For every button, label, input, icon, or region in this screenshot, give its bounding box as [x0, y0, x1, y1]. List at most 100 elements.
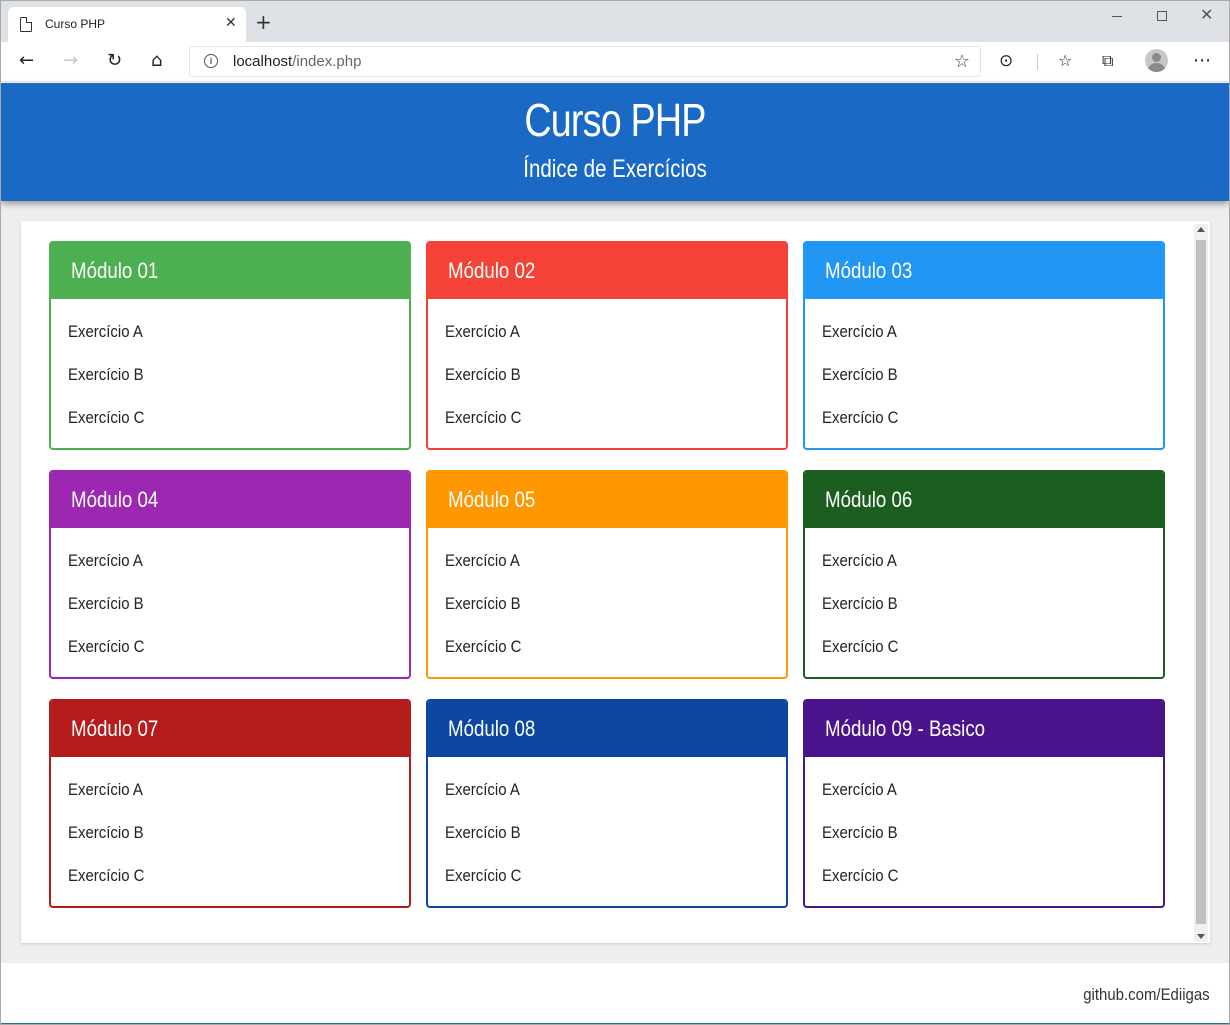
exercise-label: Exercício B — [445, 823, 521, 842]
module-card-header: Módulo 07 — [51, 701, 409, 757]
exercise-link[interactable]: Exercício C — [51, 625, 409, 668]
module-card-body: Exercício A Exercício B Exercício C — [805, 528, 1163, 668]
exercise-link[interactable]: Exercício C — [805, 396, 1163, 439]
page-header: Curso PHP Índice de Exercícios — [1, 83, 1229, 201]
exercise-label: Exercício C — [822, 408, 899, 427]
url-text[interactable]: localhost/index.php — [233, 53, 361, 70]
exercise-label: Exercício A — [822, 551, 897, 570]
exercise-label: Exercício C — [822, 866, 899, 885]
module-card: Módulo 02 Exercício A Exercício B Exercício… — [426, 241, 788, 450]
module-title: Módulo 01 — [71, 258, 159, 283]
collections-icon[interactable]: ⧉ — [1102, 51, 1113, 71]
exercise-label: Exercício C — [822, 637, 899, 656]
new-tab-icon[interactable]: + — [255, 12, 272, 32]
module-card-body: Exercício A Exercício B Exercício C — [51, 528, 409, 668]
module-title: Módulo 09 - Basico — [825, 716, 986, 741]
module-card: Módulo 04 Exercício A Exercício B Exercício… — [49, 470, 411, 679]
exercise-label: Exercício C — [68, 866, 145, 885]
refresh-icon[interactable]: ↻ — [107, 51, 122, 71]
browser-tab[interactable]: Curso PHP ✕ — [8, 7, 246, 42]
window-close-icon[interactable]: ✕ — [1200, 5, 1213, 24]
scroll-up-icon[interactable] — [1197, 227, 1205, 232]
profile-avatar[interactable] — [1145, 49, 1168, 72]
scroll-down-icon[interactable] — [1197, 934, 1205, 939]
exercise-link[interactable]: Exercício C — [805, 854, 1163, 897]
exercise-link[interactable]: Exercício B — [51, 811, 409, 854]
page-title: Curso PHP — [524, 94, 706, 146]
exercise-label: Exercício C — [445, 408, 522, 427]
module-card-body: Exercício A Exercício B Exercício C — [51, 757, 409, 897]
toolbar-divider — [1037, 54, 1038, 70]
exercise-label: Exercício A — [822, 322, 897, 341]
exercise-link[interactable]: Exercício B — [805, 582, 1163, 625]
back-icon[interactable]: ← — [19, 51, 34, 71]
scrollbar-thumb[interactable] — [1196, 240, 1206, 924]
exercise-link[interactable]: Exercício A — [428, 310, 786, 353]
exercise-label: Exercício C — [445, 637, 522, 656]
exercise-link[interactable]: Exercício B — [51, 582, 409, 625]
minimize-icon[interactable] — [1112, 16, 1122, 17]
module-card: Módulo 03 Exercício A Exercício B Exercício… — [803, 241, 1165, 450]
tab-title: Curso PHP — [45, 17, 106, 31]
exercise-link[interactable]: Exercício A — [805, 768, 1163, 811]
maximize-icon[interactable] — [1157, 11, 1167, 21]
exercise-link[interactable]: Exercício A — [51, 768, 409, 811]
module-card-header: Módulo 08 — [428, 701, 786, 757]
exercise-label: Exercício A — [68, 780, 143, 799]
exercise-label: Exercício B — [445, 365, 521, 384]
exercise-label: Exercício B — [68, 823, 144, 842]
module-card: Módulo 05 Exercício A Exercício B Exercício… — [426, 470, 788, 679]
exercise-label: Exercício B — [822, 594, 898, 613]
exercise-label: Exercício C — [68, 637, 145, 656]
home-icon[interactable]: ⌂ — [151, 51, 162, 71]
exercise-link[interactable]: Exercício B — [51, 353, 409, 396]
exercise-link[interactable]: Exercício A — [428, 539, 786, 582]
exercise-link[interactable]: Exercício A — [805, 539, 1163, 582]
exercise-link[interactable]: Exercício A — [428, 768, 786, 811]
reading-view-icon[interactable]: ⊙ — [999, 51, 1013, 71]
exercise-link[interactable]: Exercício A — [51, 310, 409, 353]
page-footer: github.com/Ediigas — [1, 963, 1229, 1024]
exercise-link[interactable]: Exercício C — [428, 625, 786, 668]
module-card-body: Exercício A Exercício B Exercício C — [805, 757, 1163, 897]
exercise-label: Exercício B — [822, 823, 898, 842]
module-card-header: Módulo 05 — [428, 472, 786, 528]
site-info-icon[interactable]: i — [204, 54, 218, 68]
exercise-link[interactable]: Exercício B — [805, 353, 1163, 396]
address-bar[interactable]: i localhost/index.php ☆ — [189, 46, 981, 77]
module-card-body: Exercício A Exercício B Exercício C — [428, 757, 786, 897]
exercise-link[interactable]: Exercício A — [51, 539, 409, 582]
exercise-link[interactable]: Exercício A — [805, 310, 1163, 353]
module-card-body: Exercício A Exercício B Exercício C — [805, 299, 1163, 439]
forward-icon[interactable]: → — [63, 51, 78, 71]
scrollbar[interactable] — [1194, 224, 1208, 942]
browser-window: Curso PHP ✕ + ✕ ← → ↻ ⌂ i localhost/inde… — [0, 0, 1230, 1025]
more-menu-icon[interactable]: ⋯ — [1193, 51, 1211, 71]
module-title: Módulo 02 — [448, 258, 536, 283]
exercise-link[interactable]: Exercício C — [428, 396, 786, 439]
footer-credit-link[interactable]: github.com/Ediigas — [1084, 985, 1210, 1005]
module-card-header: Módulo 04 — [51, 472, 409, 528]
exercise-link[interactable]: Exercício C — [805, 625, 1163, 668]
exercise-link[interactable]: Exercício B — [805, 811, 1163, 854]
page-icon — [20, 16, 33, 32]
exercise-label: Exercício B — [68, 365, 144, 384]
favorites-icon[interactable]: ☆ — [1058, 51, 1072, 71]
exercise-link[interactable]: Exercício C — [51, 396, 409, 439]
exercise-label: Exercício A — [68, 551, 143, 570]
exercise-link[interactable]: Exercício C — [51, 854, 409, 897]
tab-strip: Curso PHP ✕ + ✕ — [1, 1, 1229, 42]
module-card: Módulo 07 Exercício A Exercício B Exercício… — [49, 699, 411, 908]
exercise-link[interactable]: Exercício B — [428, 582, 786, 625]
exercise-link[interactable]: Exercício B — [428, 811, 786, 854]
exercise-label: Exercício B — [445, 594, 521, 613]
exercise-label: Exercício A — [68, 322, 143, 341]
exercise-label: Exercício A — [822, 780, 897, 799]
exercise-link[interactable]: Exercício B — [428, 353, 786, 396]
tab-close-icon[interactable]: ✕ — [225, 15, 237, 31]
exercise-link[interactable]: Exercício C — [428, 854, 786, 897]
exercise-label: Exercício A — [445, 322, 520, 341]
favorite-star-icon[interactable]: ☆ — [954, 51, 970, 72]
module-title: Módulo 07 — [71, 716, 159, 741]
module-card: Módulo 09 - Basico Exercício A Exercício B… — [803, 699, 1165, 908]
